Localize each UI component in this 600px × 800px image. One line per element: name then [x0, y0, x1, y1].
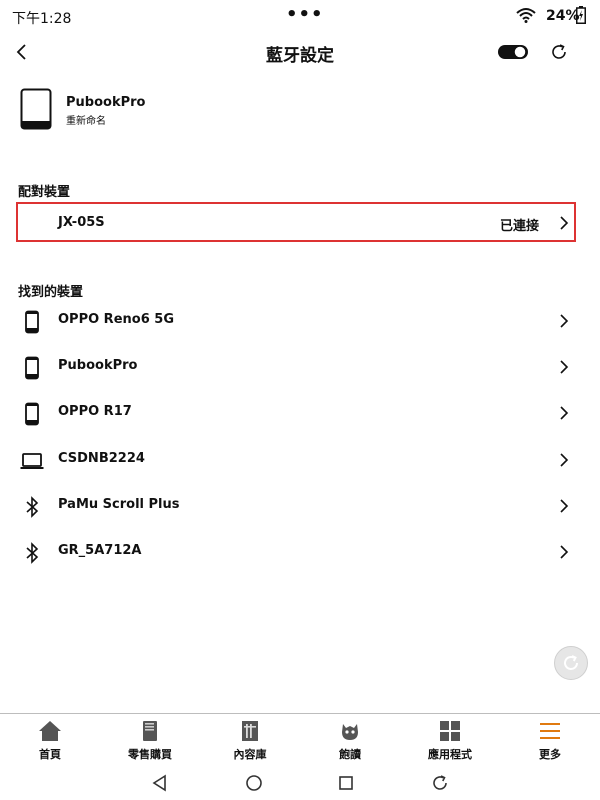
device-name: OPPO Reno6 5G: [58, 312, 174, 327]
floating-refresh-button[interactable]: [554, 646, 588, 680]
device-name: PubookPro: [66, 95, 146, 110]
device-row[interactable]: CSDNB2224: [0, 437, 600, 483]
chevron-right-icon: [560, 360, 569, 374]
chevron-right-icon: [560, 453, 569, 467]
book-icon: [143, 721, 157, 741]
nav-label: 內容庫: [233, 748, 267, 761]
reading-icon: [342, 724, 358, 740]
rename-link[interactable]: 重新命名: [66, 112, 106, 127]
status-time: 下午1:28: [12, 11, 72, 27]
tablet-icon: [20, 88, 52, 130]
chevron-right-icon: [560, 545, 569, 559]
nav-apps[interactable]: 應用程式: [400, 714, 500, 766]
connection-status: 已連接: [500, 219, 540, 234]
phone-icon: [25, 402, 39, 426]
refresh-icon[interactable]: [550, 43, 568, 61]
device-name: PaMu Scroll Plus: [58, 497, 180, 512]
bluetooth-icon: [26, 496, 39, 518]
device-row[interactable]: GR_5A712A: [0, 529, 600, 575]
chevron-right-icon: [560, 314, 569, 328]
bluetooth-icon: [26, 542, 39, 564]
nav-reading[interactable]: 飽讀: [300, 714, 400, 766]
library-icon: [242, 721, 258, 741]
device-name: PubookPro: [58, 358, 138, 373]
device-name: OPPO R17: [58, 404, 132, 419]
device-row[interactable]: PaMu Scroll Plus: [0, 483, 600, 529]
bluetooth-toggle[interactable]: [498, 44, 528, 60]
back-triangle-icon[interactable]: [150, 773, 170, 793]
nav-label: 更多: [539, 748, 561, 761]
bottom-nav: 首頁 零售購買 內容庫 飽讀 應用程式 更多: [0, 713, 600, 766]
nav-label: 飽讀: [339, 748, 361, 761]
chevron-right-icon: [560, 216, 569, 230]
paired-device-row[interactable]: JX-05S 已連接: [16, 202, 576, 242]
battery-charging-icon: [576, 6, 586, 24]
device-row[interactable]: OPPO R17: [0, 390, 600, 436]
device-name: CSDNB2224: [58, 451, 145, 466]
phone-icon: [25, 356, 39, 380]
device-name: GR_5A712A: [58, 543, 142, 558]
paired-device-name: JX-05S: [58, 215, 105, 230]
device-row[interactable]: PubookPro: [0, 344, 600, 390]
nav-more[interactable]: 更多: [500, 714, 600, 766]
chevron-right-icon: [560, 406, 569, 420]
phone-icon: [25, 310, 39, 334]
nav-store[interactable]: 零售購買: [100, 714, 200, 766]
laptop-icon: [20, 453, 44, 469]
system-nav-bar: [0, 765, 600, 800]
status-dots: •••: [286, 4, 324, 25]
paired-devices-heading: 配對裝置: [18, 185, 71, 200]
recents-square-icon[interactable]: [336, 773, 356, 793]
status-bar: 下午1:28 ••• 24%: [0, 0, 600, 34]
nav-label: 首頁: [39, 748, 61, 761]
apps-icon: [440, 721, 460, 741]
home-circle-icon[interactable]: [244, 773, 264, 793]
nav-library[interactable]: 內容庫: [200, 714, 300, 766]
battery-percent: 24%: [546, 8, 580, 24]
wifi-icon: [516, 8, 536, 23]
refresh-screen-icon[interactable]: [430, 773, 450, 793]
refresh-icon: [564, 655, 578, 670]
menu-icon: [540, 723, 560, 739]
nav-home[interactable]: 首頁: [0, 714, 100, 766]
nav-label: 應用程式: [428, 748, 472, 761]
chevron-right-icon: [560, 499, 569, 513]
home-icon: [39, 721, 61, 741]
nav-label: 零售購買: [128, 748, 172, 761]
device-row[interactable]: OPPO Reno6 5G: [0, 298, 600, 344]
